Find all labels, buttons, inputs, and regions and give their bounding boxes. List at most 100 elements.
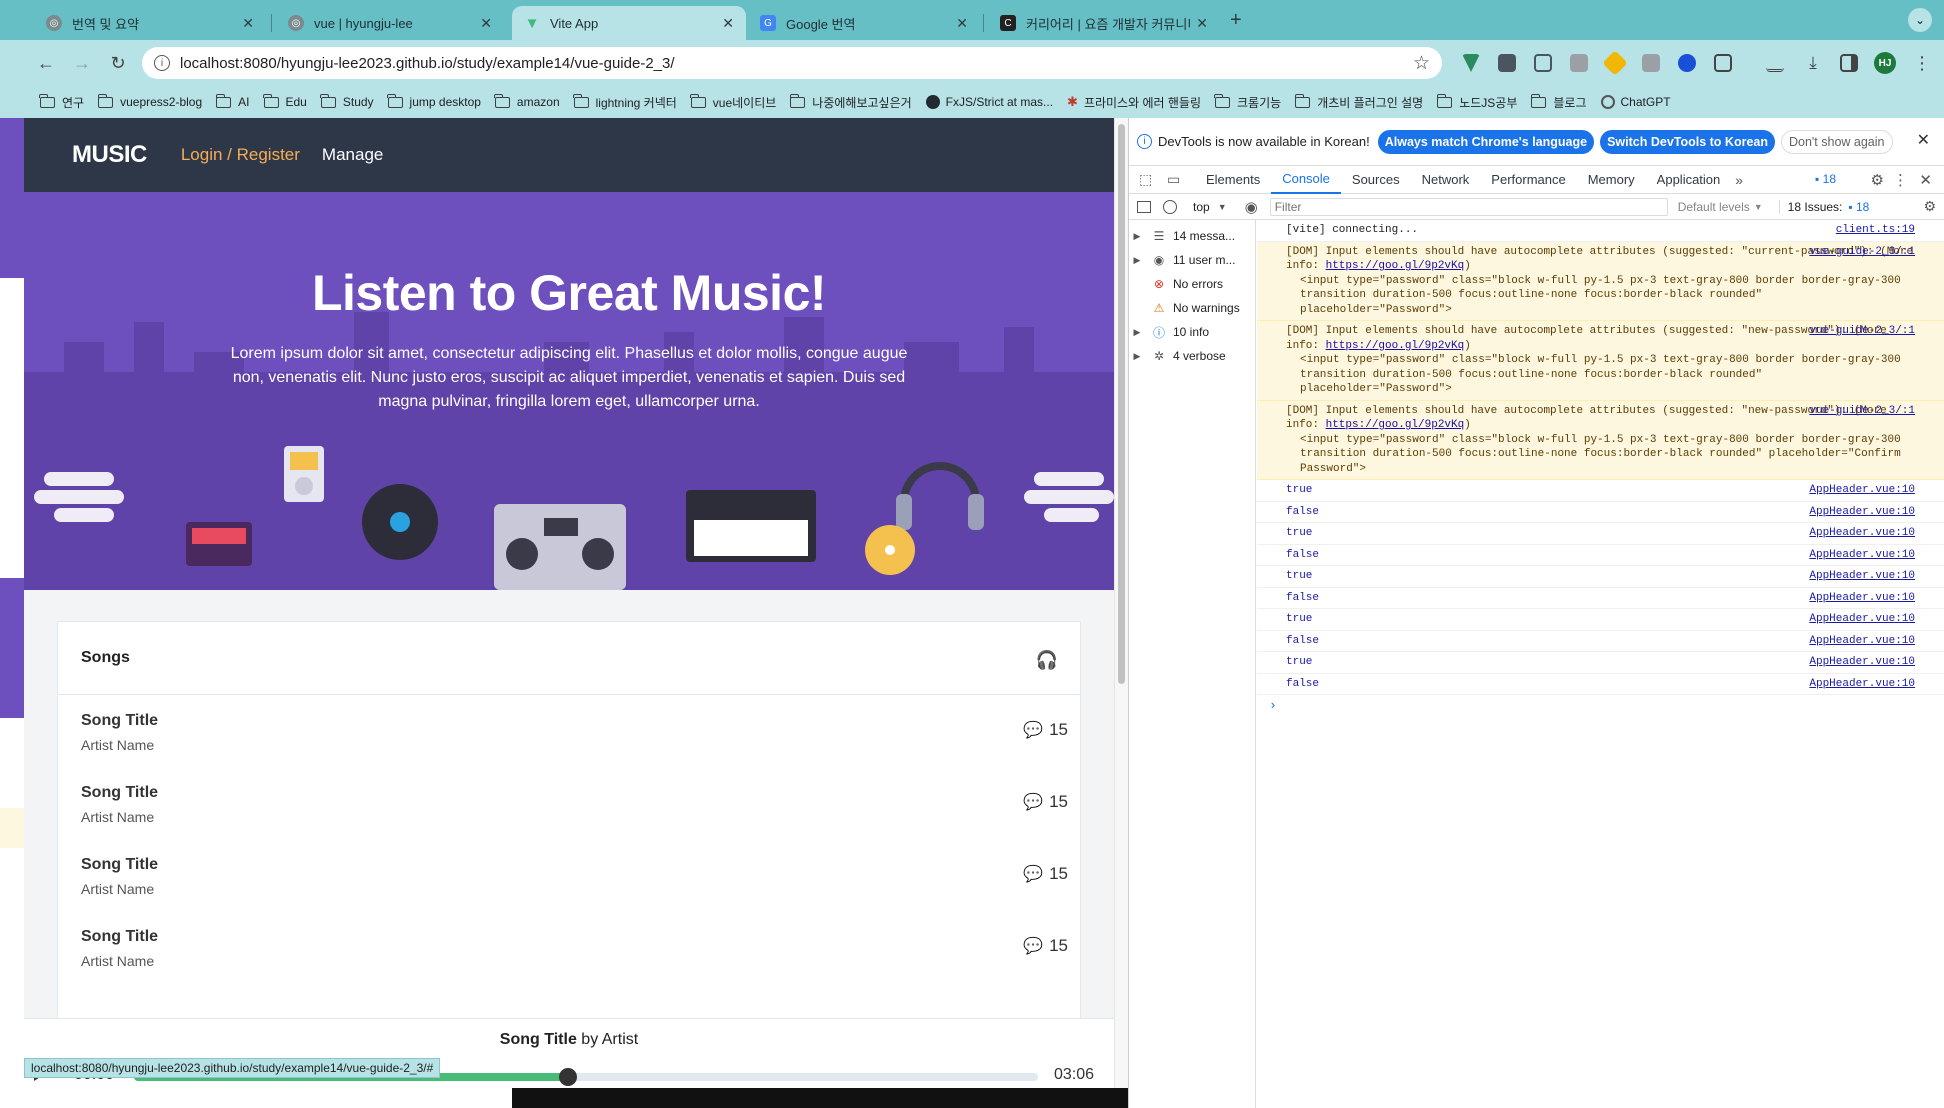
login-register-link[interactable]: Login / Register — [181, 145, 300, 165]
expand-arrow-icon[interactable]: ▶ — [1129, 231, 1145, 242]
reading-list-icon[interactable] — [1766, 54, 1784, 72]
device-toolbar-icon[interactable]: ▭ — [1167, 171, 1185, 188]
download-icon[interactable]: ⤓ — [1801, 51, 1825, 75]
tab-application[interactable]: Application — [1646, 166, 1732, 194]
expand-arrow-icon[interactable]: ▶ — [1129, 255, 1145, 266]
tab-elements[interactable]: Elements — [1195, 166, 1271, 194]
close-icon[interactable]: ✕ — [722, 15, 734, 32]
song-item[interactable]: Song Title Artist Name 💬 15 — [58, 768, 1080, 840]
eye-icon[interactable]: ◉ — [1245, 198, 1258, 216]
bookmark-folder[interactable]: jump desktop — [386, 93, 481, 109]
source-link[interactable]: AppHeader.vue:10 — [1809, 655, 1915, 670]
address-bar[interactable]: i localhost:8080/hyungju-lee2023.github.… — [142, 47, 1442, 79]
song-item[interactable]: Song Title Artist Name 💬 15 — [58, 912, 1080, 984]
back-icon[interactable]: ← — [34, 51, 58, 75]
camera-extension-icon[interactable] — [1570, 54, 1588, 72]
reload-icon[interactable]: ↻ — [106, 51, 130, 75]
source-link[interactable]: AppHeader.vue:10 — [1809, 634, 1915, 649]
progress-scrubber[interactable] — [558, 1068, 577, 1086]
manage-link[interactable]: Manage — [322, 145, 383, 165]
profile-avatar[interactable]: HJ — [1874, 52, 1896, 74]
expand-arrow-icon[interactable]: ▶ — [1129, 351, 1145, 362]
vue-devtools-extension-icon[interactable] — [1462, 54, 1480, 72]
source-link[interactable]: AppHeader.vue:10 — [1809, 526, 1915, 541]
console-prompt[interactable]: › — [1257, 695, 1944, 713]
bookmark-link[interactable]: ChatGPT — [1600, 95, 1671, 109]
tab-console[interactable]: Console — [1271, 166, 1341, 194]
song-title[interactable]: Song Title — [81, 712, 158, 730]
bookmark-link[interactable]: ✱ 프라미스와 에러 핸들링 — [1067, 94, 1201, 111]
kebab-menu-icon[interactable]: ⋮ — [1893, 171, 1908, 189]
tab-translate[interactable]: ◎ 번역 및 요약 ✕ — [34, 6, 266, 40]
dont-show-again-button[interactable]: Don't show again — [1780, 129, 1893, 154]
extension-icon[interactable] — [1642, 54, 1660, 72]
source-link[interactable]: AppHeader.vue:10 — [1809, 591, 1915, 606]
sidebar-item-user-messages[interactable]: ▶ ◉ 11 user m... — [1129, 248, 1255, 272]
source-link[interactable]: AppHeader.vue:10 — [1809, 569, 1915, 584]
tab-google-translate[interactable]: G Google 번역 ✕ — [748, 6, 980, 40]
bookmark-folder[interactable]: AI — [215, 93, 250, 109]
log-levels-dropdown[interactable]: Default levels — [1678, 200, 1750, 214]
bookmark-folder[interactable]: 노드JS공부 — [1436, 93, 1517, 111]
source-link[interactable]: AppHeader.vue:10 — [1809, 612, 1915, 627]
extension-icon[interactable] — [1602, 50, 1628, 76]
always-match-language-button[interactable]: Always match Chrome's language — [1377, 129, 1595, 154]
sidebar-item-errors[interactable]: ⊗ No errors — [1129, 272, 1255, 296]
source-link[interactable]: AppHeader.vue:10 — [1809, 505, 1915, 520]
clear-console-icon[interactable] — [1163, 199, 1177, 214]
issues-badge[interactable]: ▪ 18 — [1815, 172, 1836, 186]
settings-gear-icon[interactable]: ⚙ — [1871, 171, 1884, 189]
bookmark-link[interactable]: FxJS/Strict at mas... — [925, 95, 1053, 109]
bookmark-folder[interactable]: 나중에해보고싶은거 — [789, 93, 912, 111]
console-settings-icon[interactable]: ⚙ — [1923, 198, 1936, 215]
inspect-element-icon[interactable]: ⬚ — [1139, 171, 1157, 188]
more-tabs-icon[interactable]: » — [1735, 172, 1743, 188]
warning-element-code[interactable]: <input type="password" class="block w-fu… — [1286, 433, 1915, 477]
bookmark-folder[interactable]: Edu — [262, 93, 307, 109]
bookmark-folder[interactable]: Study — [320, 93, 374, 109]
extension-icon[interactable] — [1678, 54, 1696, 72]
page-scrollbar[interactable] — [1114, 118, 1128, 1108]
source-link[interactable]: vue-guide-2_3/:1 — [1809, 245, 1915, 260]
warning-element-code[interactable]: <input type="password" class="block w-fu… — [1286, 353, 1915, 397]
source-link[interactable]: vue-guide-2_3/:1 — [1809, 324, 1915, 339]
site-info-icon[interactable]: i — [154, 55, 170, 71]
console-filter-input[interactable] — [1269, 197, 1668, 216]
source-link[interactable]: vue-guide-2_3/:1 — [1809, 404, 1915, 419]
tab-search-icon[interactable]: ⌄ — [1908, 8, 1932, 32]
close-icon[interactable]: ✕ — [1196, 15, 1208, 32]
warning-element-code[interactable]: <input type="password" class="block w-fu… — [1286, 274, 1915, 318]
close-icon[interactable]: ✕ — [480, 15, 492, 32]
close-devtools-icon[interactable]: ✕ — [1919, 171, 1932, 189]
song-title[interactable]: Song Title — [81, 928, 158, 946]
close-icon[interactable]: ✕ — [242, 15, 254, 32]
app-logo[interactable]: MUSIC — [72, 141, 147, 169]
side-panel-icon[interactable] — [1840, 54, 1858, 72]
bookmark-folder[interactable]: vue네이티브 — [690, 93, 776, 111]
source-link[interactable]: AppHeader.vue:10 — [1809, 677, 1915, 692]
forward-icon[interactable]: → — [70, 51, 94, 75]
tab-memory[interactable]: Memory — [1577, 166, 1646, 194]
bookmark-folder[interactable]: 블로그 — [1530, 93, 1587, 111]
context-selector[interactable]: top — [1193, 200, 1210, 214]
tab-performance[interactable]: Performance — [1480, 166, 1576, 194]
source-link[interactable]: AppHeader.vue:10 — [1809, 548, 1915, 563]
new-tab-icon[interactable]: + — [1230, 9, 1242, 32]
song-item[interactable]: Song Title Artist Name 💬 15 — [58, 840, 1080, 912]
tab-vite-app[interactable]: ▼ Vite App ✕ — [512, 6, 746, 40]
sidebar-toggle-icon[interactable] — [1137, 200, 1151, 213]
bookmark-folder[interactable]: vuepress2-blog — [97, 93, 202, 109]
switch-to-korean-button[interactable]: Switch DevTools to Korean — [1600, 129, 1775, 154]
source-link[interactable]: AppHeader.vue:10 — [1809, 483, 1915, 498]
sidebar-item-verbose[interactable]: ▶ ✲ 4 verbose — [1129, 344, 1255, 368]
song-item[interactable]: Song Title Artist Name 💬 15 — [58, 696, 1080, 768]
close-icon[interactable]: ✕ — [956, 15, 968, 32]
bookmark-star-icon[interactable]: ☆ — [1413, 52, 1430, 75]
source-link[interactable]: client.ts:19 — [1836, 223, 1915, 238]
close-banner-icon[interactable]: ✕ — [1917, 130, 1930, 150]
bookmark-folder[interactable]: amazon — [494, 93, 560, 109]
extension-icon[interactable] — [1498, 54, 1516, 72]
puzzle-extensions-icon[interactable] — [1714, 54, 1732, 72]
more-info-link[interactable]: https://goo.gl/9p2vKq — [1326, 340, 1465, 352]
bookmark-folder[interactable]: 크롬기능 — [1214, 93, 1281, 111]
